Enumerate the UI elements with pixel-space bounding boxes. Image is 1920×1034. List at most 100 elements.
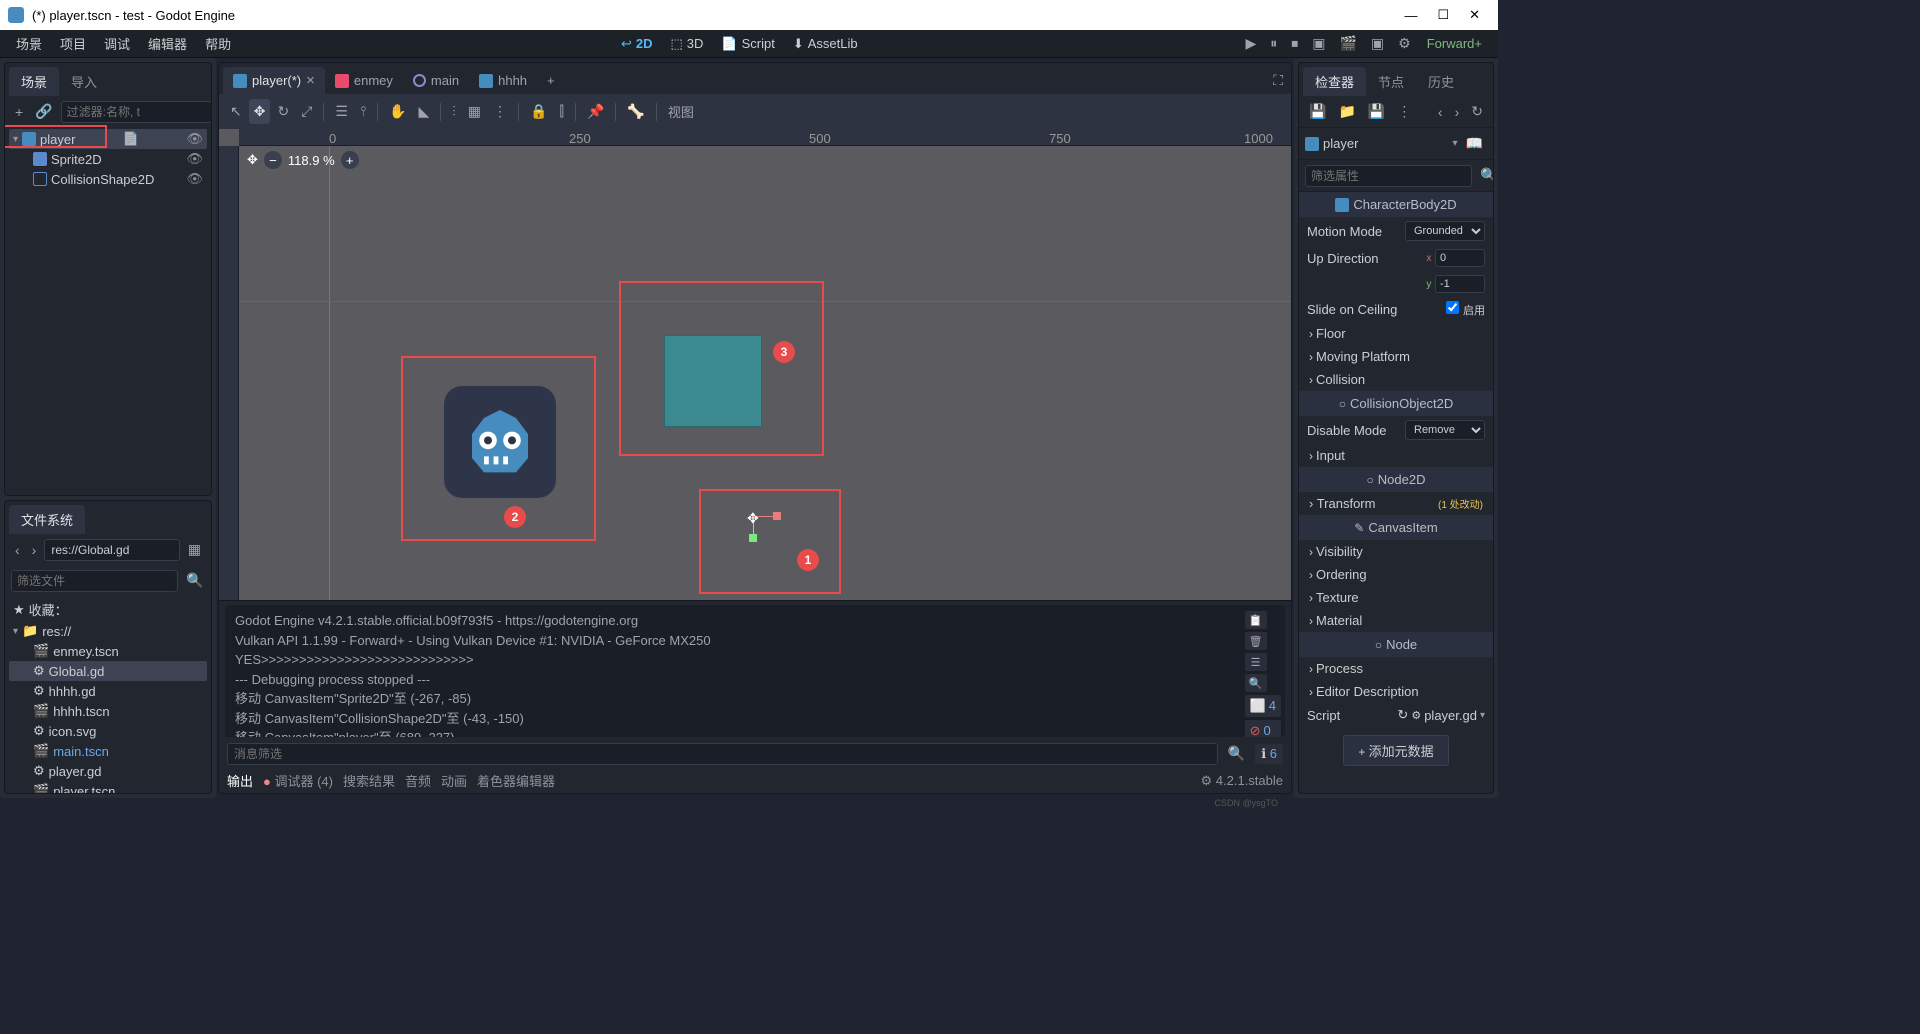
tab-history[interactable]: 历史 [1416,67,1466,96]
copy-output-icon[interactable]: 📋 [1245,611,1267,629]
fs-file[interactable]: 🎬 player.tscn [9,781,207,794]
list-tool[interactable]: ☰ [330,99,353,124]
filesystem-path[interactable]: res://Global.gd [44,539,179,561]
group-collision[interactable]: › Collision [1299,368,1493,391]
select-tool[interactable]: ↖ [225,99,247,124]
fs-file[interactable]: ⚙ hhhh.gd [9,681,207,701]
scene-filter-input[interactable] [61,101,212,123]
tree-root-player[interactable]: ▾ player 📄 👁 [9,129,207,149]
snap-opts[interactable]: ⋮ [488,99,512,124]
tab-inspector[interactable]: 检查器 [1303,67,1366,96]
distraction-free-icon[interactable]: ⛶ [1269,69,1287,92]
tab-node[interactable]: 节点 [1366,67,1416,96]
clear-output-icon[interactable]: 🗑 [1245,632,1267,650]
bone-tool[interactable]: 🦴 [622,99,649,124]
fs-file[interactable]: ⚙ icon.svg [9,721,207,741]
mode-2d[interactable]: ↩ 2D [613,32,661,56]
collision-shape-visual[interactable] [664,335,762,427]
mode-assetlib[interactable]: ⬇ AssetLib [785,32,866,56]
search-icon[interactable]: 🔍 [182,569,207,592]
view-menu[interactable]: 视图 [663,98,699,125]
scale-tool[interactable]: ⤢ [296,99,317,124]
up-x-input[interactable] [1435,249,1485,267]
sprite2d-visual[interactable] [444,386,556,498]
fs-more-icon[interactable]: ⋮ [211,569,212,592]
insp-disk-icon[interactable]: 💾 [1364,100,1389,123]
snap-tool[interactable]: ⫶ [447,99,461,124]
group-texture[interactable]: › Texture [1299,586,1493,609]
fs-res-root[interactable]: ▾📁 res:// [9,621,207,641]
motion-mode-select[interactable]: Grounded [1405,221,1485,241]
group-moving-platform[interactable]: › Moving Platform [1299,345,1493,368]
maximize-icon[interactable]: ☐ [1437,7,1449,23]
back-icon[interactable]: ‹ [11,539,24,561]
search-icon[interactable]: 🔍 [1476,164,1494,187]
tab-import[interactable]: 导入 [59,67,109,96]
visibility-icon[interactable]: 👁 [186,171,203,187]
group-tool[interactable]: ⫿ [554,99,568,124]
group-visibility[interactable]: › Visibility [1299,540,1493,563]
section-node2d[interactable]: ○ Node2D [1299,467,1493,492]
group-input[interactable]: › Input [1299,444,1493,467]
visibility-icon[interactable]: 👁 [186,131,203,147]
tab-audio[interactable]: 音频 [405,771,431,790]
stop-button[interactable]: ⏹ [1285,31,1304,56]
section-node[interactable]: ○ Node [1299,632,1493,657]
minimize-icon[interactable]: — [1404,8,1417,23]
fs-file[interactable]: 🎬 main.tscn [9,741,207,761]
section-collisionobject2d[interactable]: ○ CollisionObject2D [1299,391,1493,416]
remote-button[interactable]: ▣ [1306,31,1331,56]
menu-project[interactable]: 项目 [52,30,94,57]
search-icon[interactable]: 🔍 [1224,742,1249,765]
zoom-in-button[interactable]: + [341,151,359,169]
insp-save-icon[interactable]: 💾 [1305,100,1330,123]
scene-tab-main[interactable]: main [403,68,469,93]
mode-3d[interactable]: ⬚ 3D [662,32,711,56]
refresh-icon[interactable]: ↻ [1467,100,1487,123]
group-material[interactable]: › Material [1299,609,1493,632]
tab-scene[interactable]: 场景 [9,67,59,96]
center-view-icon[interactable]: ✥ [247,152,258,168]
tab-shader[interactable]: 着色器编辑器 [477,771,555,790]
tab-animation[interactable]: 动画 [441,771,467,790]
fs-file[interactable]: 🎬 hhhh.tscn [9,701,207,721]
fs-favorites[interactable]: ★ 收藏： [9,598,207,621]
menu-debug[interactable]: 调试 [96,30,138,57]
slide-checkbox[interactable] [1446,301,1459,314]
scene-tab-enmey[interactable]: enmey [325,68,403,93]
fs-grid-icon[interactable]: ▦ [184,538,205,561]
ruler2-tool[interactable]: ◣ [414,99,435,124]
ruler-tool[interactable]: ⫯ [355,99,371,124]
move-tool[interactable]: ✥ [249,99,271,124]
toggle-lines-icon[interactable]: ☰ [1245,653,1267,671]
pin-tool[interactable]: 📌 [582,99,609,124]
play-button[interactable]: ▶ [1239,31,1262,56]
section-characterbody2d[interactable]: CharacterBody2D [1299,192,1493,217]
group-process[interactable]: › Process [1299,657,1493,680]
menu-help[interactable]: 帮助 [197,30,239,57]
fs-file[interactable]: ⚙ Global.gd [9,661,207,681]
link-icon[interactable]: 🔗 [31,100,56,123]
group-editor-desc[interactable]: › Editor Description [1299,680,1493,703]
section-canvasitem[interactable]: ✎ CanvasItem [1299,515,1493,540]
tab-search[interactable]: 搜索结果 [343,771,395,790]
search-output-icon[interactable]: 🔍 [1245,674,1267,692]
filesystem-filter-input[interactable] [11,570,178,592]
insp-load-icon[interactable]: 📁 [1334,100,1359,123]
render-icon[interactable]: ⚙ [1392,31,1417,56]
add-metadata-button[interactable]: + 添加元数据 [1343,735,1448,766]
error-red-badge[interactable]: ⊘0 [1245,720,1281,738]
message-filter-input[interactable] [227,743,1218,765]
script-value[interactable]: player.gd [1424,708,1477,723]
script-icon[interactable]: 📄 [123,131,139,147]
tree-sprite2d[interactable]: Sprite2D 👁 [9,149,207,169]
group-transform[interactable]: › Transform(1 处改动) [1299,492,1493,515]
close-tab-icon[interactable]: × [306,72,315,89]
up-y-input[interactable] [1435,275,1485,293]
tab-filesystem[interactable]: 文件系统 [9,505,85,534]
tab-debugger[interactable]: ● 调试器 (4) [263,771,333,790]
close-icon[interactable]: ✕ [1469,7,1480,23]
grid-tool[interactable]: ▦ [463,99,486,124]
fs-file[interactable]: 🎬 enmey.tscn [9,641,207,661]
renderer-mode[interactable]: Forward+ [1419,32,1490,55]
